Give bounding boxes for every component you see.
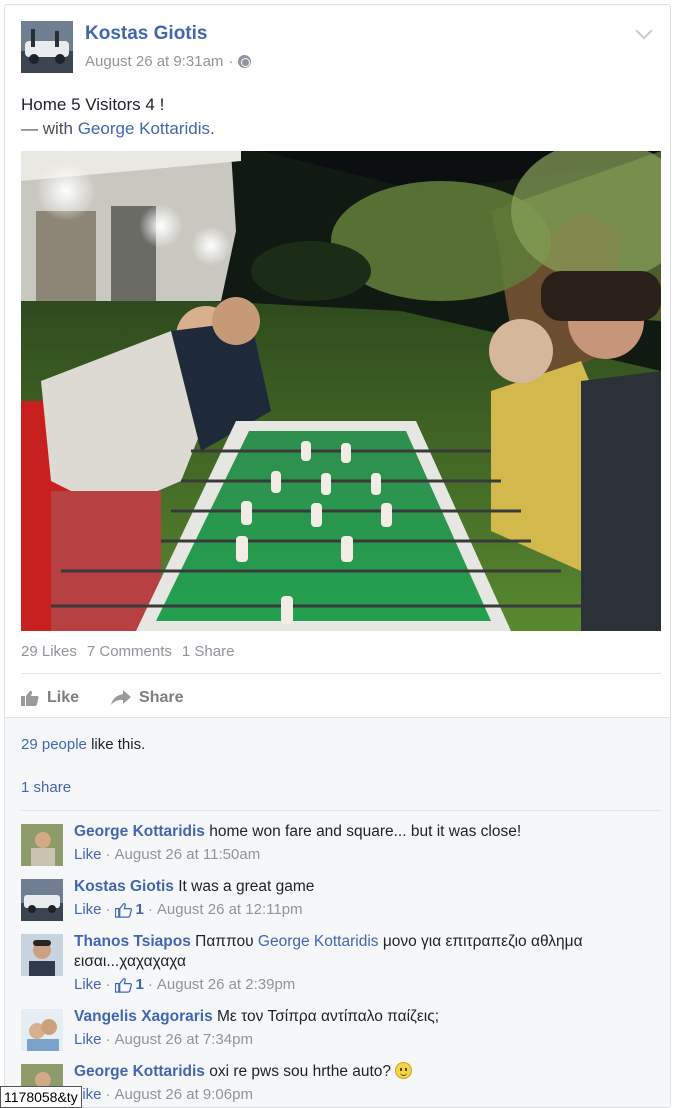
engagement-counts: 29 Likes 7 Comments 1 Share: [21, 643, 234, 660]
commenter-avatar[interactable]: [21, 879, 63, 921]
status-line: Home 5 Visitors 4 !: [21, 95, 165, 114]
comment-item: Thanos Tsiapos Παππου George Kottaridis …: [21, 932, 661, 1000]
globe-icon[interactable]: [238, 55, 252, 68]
post-status-text: Home 5 Visitors 4 ! — with George Kottar…: [21, 93, 215, 141]
like-button-label: Like: [47, 689, 80, 706]
commenter-avatar[interactable]: [21, 934, 63, 976]
comment-text: It was a great game: [173, 878, 315, 895]
mentioned-person-link[interactable]: George Kottaridis: [258, 933, 379, 950]
meta-separator: ·: [147, 976, 153, 993]
meta-separator: ·: [105, 1086, 111, 1103]
with-prefix: — with: [21, 119, 73, 138]
smiley-emoji-icon: [395, 1062, 413, 1079]
like-button[interactable]: Like: [21, 689, 79, 707]
meta-separator: ·: [105, 846, 111, 863]
comment-text: oxi re pws sou hrthe auto?: [204, 1063, 396, 1080]
author-avatar[interactable]: [21, 21, 73, 73]
comment-time[interactable]: August 26 at 12:11pm: [157, 900, 303, 920]
divider: [21, 673, 661, 674]
post-card: Kostas Giotis August 26 at 9:31am · Home…: [4, 4, 671, 1108]
comment-like-count[interactable]: 1: [136, 975, 144, 995]
tagged-person-link[interactable]: George Kottaridis: [78, 119, 210, 138]
meta-separator: ·: [147, 901, 153, 918]
comment-like-count[interactable]: 1: [136, 900, 144, 920]
comment-body: Kostas Giotis It was a great game Like · …: [74, 877, 634, 920]
commenter-name[interactable]: Vangelis Xagoraris: [74, 1008, 213, 1025]
comment-time[interactable]: August 26 at 11:50am: [115, 845, 261, 865]
commenter-avatar[interactable]: [21, 824, 63, 866]
commenter-name[interactable]: Thanos Tsiapos: [74, 933, 191, 950]
post-meta: August 26 at 9:31am ·: [85, 53, 252, 70]
post-timestamp[interactable]: August 26 at 9:31am: [85, 53, 223, 70]
comment-body: Vangelis Xagoraris Με τον Τσίπρα αντίπαλ…: [74, 1007, 634, 1050]
post-author-name[interactable]: Kostas Giotis: [85, 23, 207, 45]
commenter-avatar[interactable]: [21, 1009, 63, 1051]
comment-body: George Kottaridis home won fare and squa…: [74, 822, 634, 865]
comment-body: George Kottaridis oxi re pws sou hrthe a…: [74, 1062, 634, 1105]
like-sentence: 29 people like this.: [21, 736, 145, 753]
comment-like-link[interactable]: Like: [74, 975, 102, 995]
share-count-link[interactable]: 1 share: [21, 779, 71, 796]
comment-meta: Like · August 26 at 9:06pm: [74, 1085, 634, 1105]
comment-text: home won fare and square... but it was c…: [204, 823, 522, 840]
chevron-down-icon[interactable]: [635, 25, 653, 43]
comment-meta: Like · August 26 at 11:50am: [74, 845, 634, 865]
meta-separator: ·: [105, 976, 111, 993]
comment-meta: Like · 1 · August 26 at 12:11pm: [74, 900, 634, 920]
meta-separator: ·: [228, 53, 234, 70]
comment-like-link[interactable]: Like: [74, 900, 102, 920]
comment-time[interactable]: August 26 at 9:06pm: [115, 1085, 253, 1105]
comment-like-link[interactable]: Like: [74, 1030, 102, 1050]
shares-count-link[interactable]: 1 Share: [182, 643, 235, 660]
thumbs-up-icon: [114, 903, 132, 918]
likes-count-link[interactable]: 29 Likes: [21, 643, 77, 660]
comment-text: Με τον Τσίπρα αντίπαλο παίζεις;: [212, 1008, 440, 1025]
comment-meta: Like · August 26 at 7:34pm: [74, 1030, 634, 1050]
comment-text-before: Παππου: [190, 933, 258, 950]
status-with-line: — with George Kottaridis.: [21, 117, 215, 141]
share-arrow-icon: [111, 690, 132, 705]
comment-item: Vangelis Xagoraris Με τον Τσίπρα αντίπαλ…: [21, 1007, 661, 1055]
post-photo[interactable]: [21, 151, 661, 631]
comment-body: Thanos Tsiapos Παππου George Kottaridis …: [74, 932, 634, 995]
comment-item: George Kottaridis oxi re pws sou hrthe a…: [21, 1062, 661, 1107]
comment-meta: Like · 1 · August 26 at 2:39pm: [74, 975, 634, 995]
share-button-label: Share: [139, 689, 184, 706]
thumbs-up-icon: [114, 978, 132, 993]
commenter-name[interactable]: Kostas Giotis: [74, 878, 174, 895]
like-sentence-rest: like this.: [86, 736, 146, 753]
commenter-name[interactable]: George Kottaridis: [74, 823, 205, 840]
with-suffix: .: [210, 119, 215, 138]
comments-section: 29 people like this. 1 share George Kott…: [5, 717, 670, 1107]
comment-time[interactable]: August 26 at 7:34pm: [115, 1030, 253, 1050]
post-header: Kostas Giotis August 26 at 9:31am ·: [21, 21, 661, 81]
divider: [21, 810, 661, 811]
comment-like-link[interactable]: Like: [74, 845, 102, 865]
thumbs-up-icon: [21, 690, 39, 706]
comment-time[interactable]: August 26 at 2:39pm: [157, 975, 295, 995]
comment-item: George Kottaridis home won fare and squa…: [21, 822, 661, 870]
post-actions: Like Share: [21, 681, 183, 715]
status-url-tooltip: 1178058&ty: [0, 1086, 82, 1108]
commenter-name[interactable]: George Kottaridis: [74, 1063, 205, 1080]
share-button[interactable]: Share: [111, 689, 183, 707]
people-who-like-link[interactable]: 29 people: [21, 736, 87, 753]
comments-count-link[interactable]: 7 Comments: [87, 643, 172, 660]
comment-item: Kostas Giotis It was a great game Like · …: [21, 877, 661, 925]
meta-separator: ·: [105, 1031, 111, 1048]
meta-separator: ·: [105, 901, 111, 918]
